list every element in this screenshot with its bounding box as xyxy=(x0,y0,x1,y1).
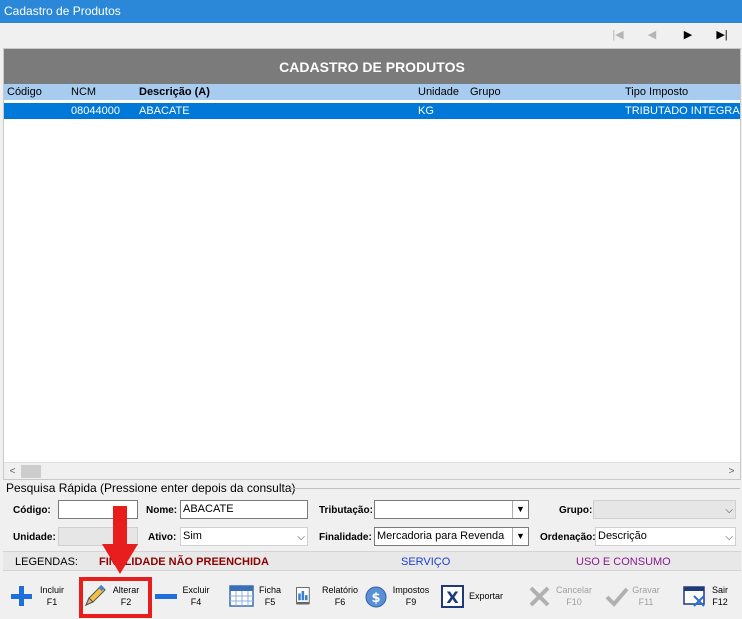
excluir-button[interactable]: Excluir F4 xyxy=(154,579,214,615)
ativo-select[interactable]: Sim ⌵ xyxy=(180,527,308,546)
grupo-select[interactable]: ⌵ xyxy=(593,500,736,519)
plus-icon xyxy=(11,586,32,606)
products-grid: CADASTRO DE PRODUTOS Código NCM Descriçã… xyxy=(3,48,741,480)
dollar-coin-icon: $ xyxy=(365,586,387,608)
last-icon: ▶| xyxy=(716,29,728,41)
finalidade-select[interactable]: Mercadoria para Revenda ▼ xyxy=(374,527,529,546)
ficha-label: Ficha xyxy=(258,585,281,595)
column-header-unidade[interactable]: Unidade xyxy=(418,84,459,100)
first-record-button[interactable]: |◀ xyxy=(607,26,629,44)
chevron-down-icon: ⌵ xyxy=(725,532,733,543)
incluir-button[interactable]: Incluir F1 xyxy=(8,579,70,615)
scroll-thumb[interactable] xyxy=(21,465,41,478)
search-title: Pesquisa Rápida (Pressione enter depois … xyxy=(6,481,296,495)
report-icon xyxy=(296,587,310,605)
sair-label: Sair xyxy=(711,585,728,595)
relatorio-shortcut: F6 xyxy=(334,597,346,607)
scroll-right-icon[interactable]: > xyxy=(723,463,740,480)
sair-shortcut: F12 xyxy=(712,597,728,607)
alterar-button[interactable]: Alterar F2 xyxy=(82,579,148,615)
ficha-button[interactable]: Ficha F5 xyxy=(229,579,285,615)
horizontal-scrollbar[interactable]: < > xyxy=(4,462,740,479)
exportar-label: Exportar xyxy=(468,591,503,601)
column-header-ncm[interactable]: NCM xyxy=(71,84,96,100)
nome-input[interactable]: ABACATE xyxy=(180,500,308,519)
cancelar-shortcut: F10 xyxy=(566,597,582,607)
cancelar-label: Cancelar xyxy=(555,585,593,595)
svg-text:X: X xyxy=(446,588,459,607)
grupo-label: Grupo: xyxy=(559,505,593,516)
codigo-label: Código: xyxy=(13,505,51,516)
tributacao-select[interactable]: ▼ xyxy=(374,500,529,519)
excluir-label: Excluir xyxy=(182,585,210,595)
first-icon: |◀ xyxy=(612,29,624,41)
window-title: Cadastro de Produtos xyxy=(0,0,742,23)
calendar-icon xyxy=(229,585,254,607)
dropdown-arrow-icon: ▼ xyxy=(512,528,528,545)
column-header-tipo-imposto[interactable]: Tipo Imposto xyxy=(625,84,688,100)
impostos-shortcut: F9 xyxy=(405,597,417,607)
dropdown-arrow-icon: ▼ xyxy=(512,501,528,518)
bottom-toolbar: Incluir F1 Alterar F2 Excluir F4 Ficha F5 xyxy=(0,573,742,619)
cell-tipo-imposto: TRIBUTADO INTEGRAL xyxy=(625,105,740,117)
grid-title: CADASTRO DE PRODUTOS xyxy=(4,49,740,84)
chevron-down-icon: ⌵ xyxy=(297,532,305,543)
impostos-button[interactable]: $ Impostos F9 xyxy=(364,579,434,615)
cancelar-button[interactable]: Cancelar F10 xyxy=(527,579,597,615)
column-header-grupo[interactable]: Grupo xyxy=(470,84,501,100)
close-icon xyxy=(529,586,550,607)
ordenacao-value: Descrição xyxy=(598,530,647,542)
scroll-left-icon[interactable]: < xyxy=(4,463,21,480)
next-icon: ▶ xyxy=(683,29,693,41)
legend-servico: SERVIÇO xyxy=(401,556,451,568)
gravar-label: Gravar xyxy=(632,585,660,595)
alterar-shortcut: F2 xyxy=(120,597,132,607)
relatorio-label: Relatório xyxy=(321,585,359,595)
column-header-descricao[interactable]: Descrição (A) xyxy=(139,84,210,100)
sair-button[interactable]: Sair F12 xyxy=(682,579,734,615)
column-header-row: Código NCM Descrição (A) Unidade Grupo T… xyxy=(4,84,740,100)
prev-record-button[interactable]: ◀ xyxy=(641,26,663,44)
ativo-label: Ativo: xyxy=(148,532,177,543)
cell-unidade: KG xyxy=(418,105,434,117)
exportar-button[interactable]: X Exportar xyxy=(440,579,506,615)
svg-text:$: $ xyxy=(371,591,380,606)
pencil-icon xyxy=(85,584,106,606)
finalidade-value: Mercadoria para Revenda xyxy=(377,530,505,542)
alterar-label: Alterar xyxy=(112,585,140,595)
table-row[interactable]: 08044000 ABACATE KG TRIBUTADO INTEGRAL xyxy=(4,103,740,119)
chevron-down-icon: ⌵ xyxy=(725,505,733,516)
unidade-label: Unidade: xyxy=(13,532,56,543)
next-record-button[interactable]: ▶ xyxy=(677,26,699,44)
impostos-label: Impostos xyxy=(392,585,430,595)
excluir-shortcut: F4 xyxy=(190,597,202,607)
excel-icon: X xyxy=(441,585,464,608)
finalidade-label: Finalidade: xyxy=(319,532,372,543)
exit-window-icon xyxy=(683,586,705,607)
relatorio-button[interactable]: Relatório F6 xyxy=(294,579,362,615)
tributacao-label: Tributação: xyxy=(319,505,373,516)
legend-uso-consumo: USO E CONSUMO xyxy=(576,556,671,568)
legend-label: LEGENDAS: xyxy=(15,556,78,568)
checkmark-icon xyxy=(605,587,629,607)
column-header-codigo[interactable]: Código xyxy=(7,84,42,100)
minus-icon xyxy=(155,594,177,599)
gravar-button[interactable]: Gravar F11 xyxy=(604,579,664,615)
record-navigator: |◀ ◀ ▶ ▶| xyxy=(0,23,742,47)
last-record-button[interactable]: ▶| xyxy=(711,26,733,44)
ordenacao-label: Ordenação: xyxy=(540,532,596,543)
incluir-label: Incluir xyxy=(39,585,64,595)
ativo-value: Sim xyxy=(183,530,202,542)
cell-ncm: 08044000 xyxy=(71,105,120,117)
prev-icon: ◀ xyxy=(647,29,657,41)
gravar-shortcut: F11 xyxy=(638,597,654,607)
cell-descricao: ABACATE xyxy=(139,105,190,117)
nome-label: Nome: xyxy=(146,505,178,516)
red-arrow-annotation xyxy=(102,506,138,574)
ficha-shortcut: F5 xyxy=(264,597,276,607)
incluir-shortcut: F1 xyxy=(46,597,58,607)
ordenacao-select[interactable]: Descrição ⌵ xyxy=(595,527,736,546)
divider xyxy=(290,488,740,489)
